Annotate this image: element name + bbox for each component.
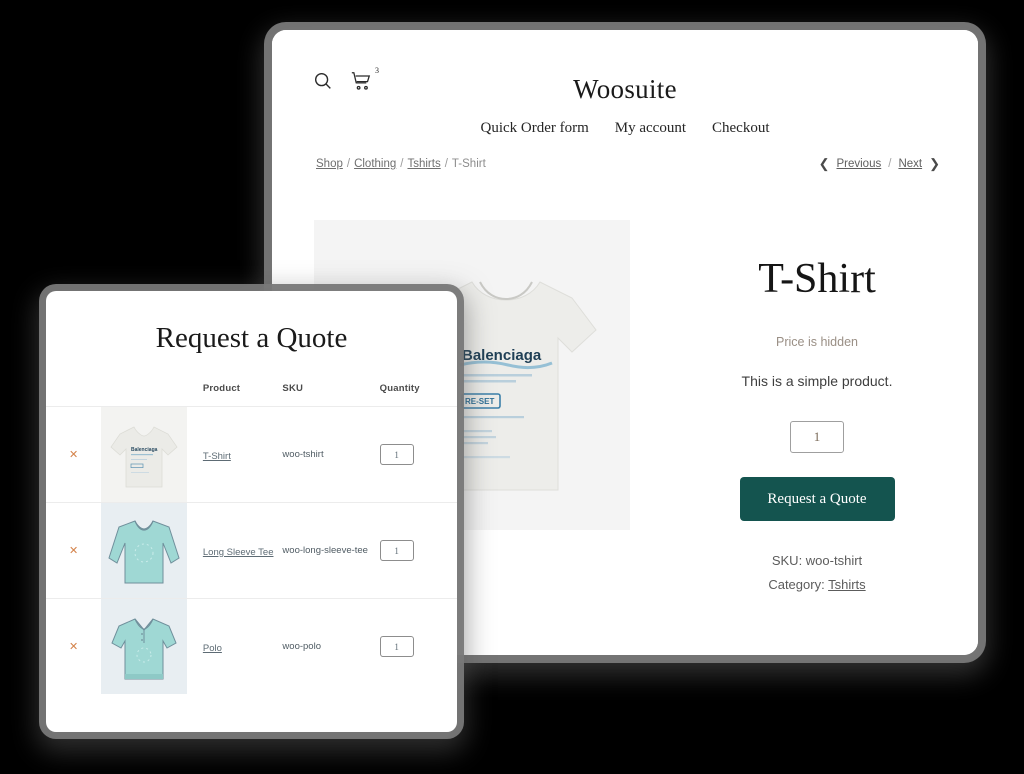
breadcrumb-row: Shop / Clothing / Tshirts / T-Shirt ❮ Pr… <box>316 156 940 172</box>
product-pagination: ❮ Previous / Next ❯ <box>819 156 940 172</box>
nav-item-my-account[interactable]: My account <box>615 120 686 137</box>
quote-item-sku: woo-tshirt <box>282 406 380 503</box>
quote-table-header-row: Product SKU Quantity <box>46 383 457 407</box>
main-navigation: Quick Order form My account Checkout <box>272 120 978 137</box>
table-row: ✕ Long Sleeve Tee woo-long-sleeve-tee <box>46 502 457 599</box>
quote-item-name: T-Shirt <box>202 406 283 503</box>
breadcrumb-item-current: T-Shirt <box>451 158 486 170</box>
product-sku: SKU: woo-tshirt <box>771 553 863 568</box>
quote-quantity-input[interactable] <box>379 444 414 465</box>
table-row: ✕ Balenciaga T-Shirt woo-tshirt <box>46 406 457 503</box>
quote-item-sku: woo-long-sleeve-tee <box>282 502 380 599</box>
chevron-right-icon[interactable]: ❯ <box>929 156 940 172</box>
remove-item-button[interactable]: ✕ <box>46 598 102 694</box>
quote-item-name-link[interactable]: Long Sleeve Tee <box>203 546 274 560</box>
quote-item-thumbnail[interactable] <box>101 502 203 599</box>
quote-quantity-input[interactable] <box>379 636 414 657</box>
breadcrumb-separator: / <box>346 158 351 170</box>
quote-item-name-link[interactable]: T-Shirt <box>203 450 231 464</box>
column-header-thumbnail <box>101 383 203 407</box>
nav-item-quick-order-form[interactable]: Quick Order form <box>480 120 588 137</box>
tshirt-white-thumb: Balenciaga <box>101 407 188 502</box>
product-category-link[interactable]: Tshirts <box>828 577 866 592</box>
table-row: ✕ Polo woo-polo <box>46 598 457 694</box>
breadcrumb-item-clothing[interactable]: Clothing <box>354 158 396 170</box>
nav-item-checkout[interactable]: Checkout <box>712 120 770 137</box>
quote-item-quantity-cell <box>379 598 457 694</box>
product-summary: T-Shirt Price is hidden This is a simple… <box>672 255 962 601</box>
polo-teal-thumb <box>101 599 188 694</box>
breadcrumb-separator: / <box>400 158 404 170</box>
site-title: Woosuite <box>573 74 677 104</box>
request-a-quote-button[interactable]: Request a Quote <box>739 477 895 521</box>
long-sleeve-tee-teal-thumb <box>101 503 188 598</box>
breadcrumb-item-tshirts[interactable]: Tshirts <box>407 158 440 170</box>
quote-item-quantity-cell <box>379 502 457 599</box>
quote-items-table: Product SKU Quantity ✕ Balenciaga T-Shir… <box>46 383 457 694</box>
price-hidden-text: Price is hidden <box>776 335 858 349</box>
request-a-quote-panel: Request a Quote Product SKU Quantity ✕ B… <box>46 291 457 732</box>
column-header-sku: SKU <box>282 383 304 394</box>
pager-separator: / <box>888 158 892 170</box>
quote-item-name: Polo <box>202 598 283 694</box>
product-title: T-Shirt <box>758 256 876 302</box>
product-category: Category: Tshirts <box>672 577 962 592</box>
product-short-description: This is a simple product. <box>741 373 893 389</box>
breadcrumb-separator: / <box>444 158 448 170</box>
product-category-label: Category: <box>768 577 825 592</box>
remove-item-button[interactable]: ✕ <box>46 502 102 599</box>
previous-product-link[interactable]: Previous <box>836 158 881 170</box>
column-header-remove <box>46 383 101 407</box>
quote-quantity-input[interactable] <box>379 540 414 561</box>
chevron-left-icon[interactable]: ❮ <box>819 156 830 172</box>
quote-item-thumbnail[interactable] <box>101 598 203 694</box>
quote-panel-title: Request a Quote <box>155 322 348 354</box>
quote-item-sku: woo-polo <box>282 598 380 694</box>
next-product-link[interactable]: Next <box>898 158 922 170</box>
svg-text:RE-SET: RE-SET <box>465 397 494 406</box>
quote-item-quantity-cell <box>379 406 457 503</box>
column-header-product: Product <box>202 383 241 394</box>
remove-item-button[interactable]: ✕ <box>46 406 102 503</box>
breadcrumb-item-shop[interactable]: Shop <box>316 158 343 170</box>
quote-item-thumbnail[interactable]: Balenciaga <box>101 406 203 503</box>
product-quantity-input[interactable]: 1 <box>790 421 844 453</box>
quote-item-name: Long Sleeve Tee <box>202 502 283 599</box>
column-header-quantity: Quantity <box>379 383 420 394</box>
breadcrumb: Shop / Clothing / Tshirts / T-Shirt <box>316 158 486 170</box>
quote-item-name-link[interactable]: Polo <box>203 642 222 656</box>
svg-text:Balenciaga: Balenciaga <box>131 447 158 453</box>
